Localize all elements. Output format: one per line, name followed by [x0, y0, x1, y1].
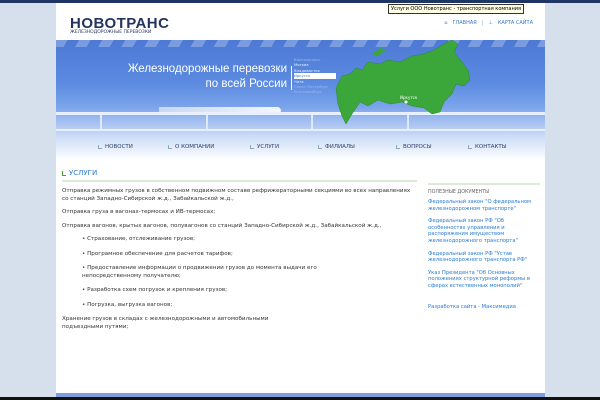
nav-label: ВОПРОСЫ — [403, 144, 432, 150]
paragraph: Отправка вагонов, крытых вагонов, полува… — [62, 222, 382, 229]
nav-questions[interactable]: ВОПРОСЫ — [396, 144, 432, 150]
divider — [428, 183, 540, 185]
main-content: УСЛУГИ Отправка режимных грузов в собств… — [62, 168, 417, 337]
banner-slogan: Железнодорожные перевозки по всей России — [128, 62, 287, 92]
list-item: • Програмное обеспечение для расчетов та… — [82, 250, 233, 257]
bullet-icon — [250, 145, 254, 149]
list-item: • Страхование, отслеживание грузов; — [82, 236, 196, 242]
bullet-icon — [318, 145, 322, 149]
nav-about[interactable]: О КОМПАНИИ — [168, 144, 214, 150]
slogan-line: Железнодорожные перевозки — [127, 63, 287, 75]
home-link[interactable]: ГЛАВНАЯ — [452, 20, 476, 26]
list-item: • Погрузка, выгрузка вагонов; — [82, 301, 173, 308]
sitemap-icon: ⊥ — [488, 20, 493, 26]
nav-label: ФИЛИАЛЫ — [325, 144, 355, 150]
slogan-line: по всей России — [205, 78, 287, 90]
nav-services[interactable]: УСЛУГИ — [250, 144, 279, 150]
rail-post — [100, 115, 102, 129]
list-item: • Предоставление информации о продвижени… — [82, 265, 317, 279]
sitemap-link[interactable]: КАРТА САЙТА — [498, 20, 533, 26]
nav-label: КОНТАКТЫ — [475, 144, 507, 150]
nav-label: УСЛУГИ — [257, 144, 280, 150]
map-label: Иркутск — [400, 95, 418, 100]
list-item: • Разработка схем погрузок и крепления г… — [82, 287, 228, 293]
sidebar-heading: ПОЛЕЗНЫЕ ДОКУМЕНТЫ — [428, 190, 490, 195]
nav-news[interactable]: НОВОСТИ — [98, 144, 133, 150]
tooltip: Услуги ООО Новотранс - транспортная комп… — [388, 4, 525, 14]
logo[interactable]: НОВОТРАНС ЖЕЛЕЗНОДОРОЖНЫЕ ПЕРЕВОЗКИ — [70, 15, 169, 35]
nav-branches[interactable]: ФИЛИАЛЫ — [318, 144, 355, 150]
nav-contacts[interactable]: КОНТАКТЫ — [468, 144, 507, 150]
page-title: УСЛУГИ — [62, 168, 417, 178]
main-nav: НОВОСТИ О КОМПАНИИ УСЛУГИ ФИЛИАЛЫ ВОПРОС… — [56, 135, 545, 160]
doc-link[interactable]: Федеральный закон РФ "Об особенностях уп… — [428, 218, 540, 244]
top-links: ⌂ ГЛАВНАЯ | ⊥ КАРТА САЙТА — [444, 20, 533, 26]
paragraph: Отправка груза в вагонах-термосах и ИВ-т… — [62, 209, 216, 215]
rail-post — [206, 115, 208, 129]
paragraph: Отправка режимных грузов в собственном п… — [62, 188, 411, 202]
sidebar: ПОЛЕЗНЫЕ ДОКУМЕНТЫ Федеральный закон "О … — [428, 183, 540, 316]
rail-post — [311, 115, 313, 129]
doc-link[interactable]: Федеральный закон "О федеральном железно… — [428, 199, 540, 212]
banner: Железнодорожные перевозки по всей России… — [56, 40, 545, 135]
bullet-icon — [62, 170, 66, 176]
divider — [291, 66, 292, 90]
page: НОВОТРАНС ЖЕЛЕЗНОДОРОЖНЫЕ ПЕРЕВОЗКИ Услу… — [56, 3, 545, 393]
developer-link[interactable]: Разработка сайта - Максимедиа — [428, 304, 540, 311]
paragraph: Хранение грузов в складах с железнодорож… — [62, 316, 269, 330]
doc-link[interactable]: Указ Президента "Об Основных положениях … — [428, 270, 540, 290]
doc-link[interactable]: Федеральный закон РФ "Устав железнодорож… — [428, 251, 540, 264]
divider — [62, 180, 417, 182]
nav-label: О КОМПАНИИ — [175, 144, 215, 150]
bullet-icon — [468, 145, 472, 149]
bullet-icon — [396, 145, 400, 149]
separator: | — [481, 20, 484, 26]
nav-label: НОВОСТИ — [105, 144, 133, 150]
bullet-icon — [168, 145, 172, 149]
bullet-icon — [98, 145, 102, 149]
home-icon: ⌂ — [444, 20, 448, 26]
russia-map: Иркутск — [335, 40, 471, 125]
page-title-text: УСЛУГИ — [69, 169, 98, 177]
